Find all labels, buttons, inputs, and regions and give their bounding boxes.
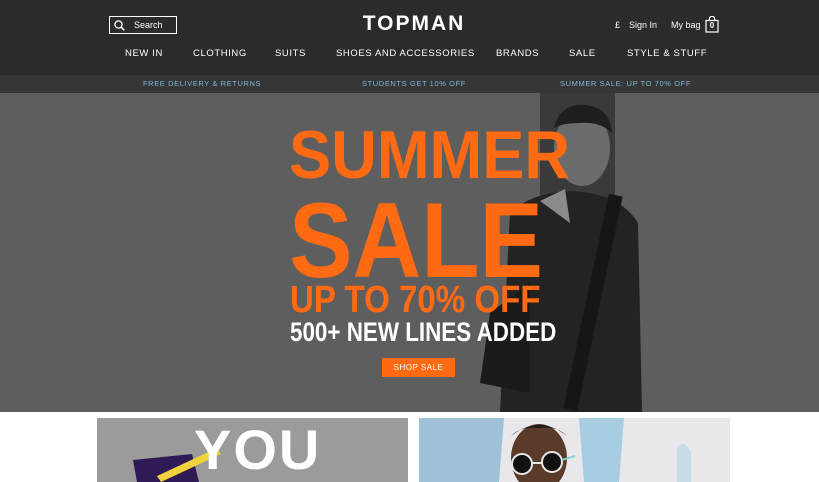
search-box[interactable]: Search <box>109 16 177 34</box>
nav-clothing[interactable]: CLOTHING <box>193 48 247 59</box>
promo-tile-right[interactable] <box>419 418 730 482</box>
site-logo[interactable]: TOPMAN <box>354 12 474 36</box>
nav-brands[interactable]: BRANDS <box>496 48 539 59</box>
bag-count-badge: 0 <box>709 21 715 30</box>
promo-tile-left[interactable]: YOU <box>97 418 408 482</box>
nav-style-and-stuff[interactable]: STYLE & STUFF <box>627 48 707 59</box>
hero-title-sale: SALE <box>289 180 543 300</box>
nav-suits[interactable]: SUITS <box>275 48 306 59</box>
tile-left-heading: YOU <box>194 418 322 481</box>
currency-selector[interactable]: £ <box>615 20 620 30</box>
hero-banner[interactable]: SUMMER SALE UP TO 70% OFF 500+ NEW LINES… <box>0 93 819 412</box>
promo-summer-sale[interactable]: SUMMER SALE: UP TO 70% OFF <box>560 79 691 88</box>
promo-free-delivery[interactable]: FREE DELIVERY & RETURNS <box>143 79 261 88</box>
site-header: Search TOPMAN £ Sign In My bag 0 NEW IN … <box>0 0 819 75</box>
hero-new-lines: 500+ NEW LINES ADDED <box>290 317 557 347</box>
nav-new-in[interactable]: NEW IN <box>125 48 163 59</box>
tile-right-image <box>419 418 730 482</box>
promo-students[interactable]: STUDENTS GET 10% OFF <box>362 79 466 88</box>
shop-sale-button[interactable]: SHOP SALE <box>382 358 455 377</box>
hero-title-summer: SUMMER <box>289 117 571 193</box>
promo-bar: FREE DELIVERY & RETURNS STUDENTS GET 10%… <box>0 75 819 93</box>
hero-discount: UP TO 70% OFF <box>290 279 541 321</box>
nav-shoes-and-accessories[interactable]: SHOES AND ACCESSORIES <box>336 48 475 59</box>
main-nav: NEW IN CLOTHING SUITS SHOES AND ACCESSOR… <box>0 48 819 64</box>
nav-sale[interactable]: SALE <box>569 48 596 59</box>
sign-in-link[interactable]: Sign In <box>629 20 657 30</box>
my-bag-link[interactable]: My bag <box>671 20 701 30</box>
